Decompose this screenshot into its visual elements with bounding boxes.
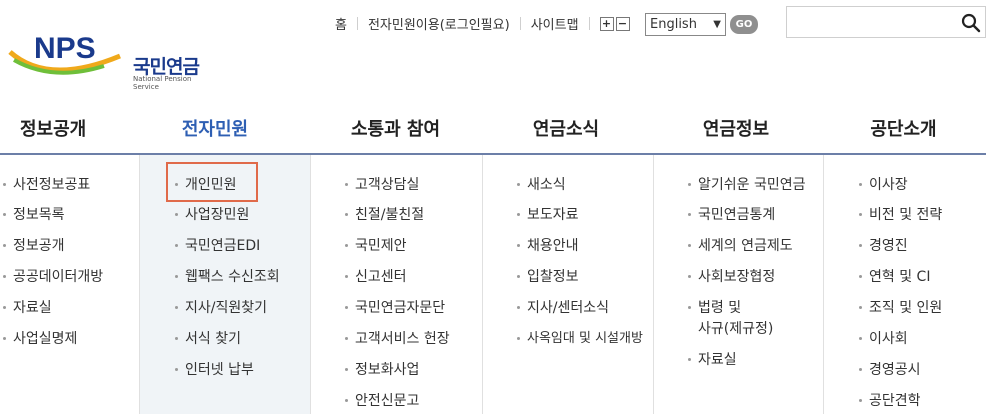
menu-item[interactable]: 사업실명제 — [3, 329, 77, 349]
menu-item[interactable]: 국민연금EDI — [175, 236, 260, 256]
menu-item[interactable]: 이사회 — [859, 329, 908, 349]
menu-column-pension-info: 알기쉬운 국민연금 국민연금통계 세계의 연금제도 사회보장협정 법령 및 사규… — [654, 155, 824, 414]
tab-info-disclosure[interactable]: 정보공개 — [0, 110, 120, 153]
menu-item[interactable]: 새소식 — [517, 175, 566, 195]
menu-item[interactable]: 친절/불친절 — [345, 205, 424, 225]
language-selected: English — [650, 17, 697, 32]
tab-e-civil-service[interactable]: 전자민원 — [120, 110, 310, 153]
tab-pension-info[interactable]: 연금정보 — [651, 110, 821, 153]
menu-item[interactable]: 고객상담실 — [345, 175, 419, 195]
nps-logo-mark: NPS — [8, 32, 121, 75]
menu-item[interactable]: 국민연금통계 — [688, 205, 775, 225]
menu-item-continued[interactable]: 사규(제규정) — [698, 319, 773, 339]
menu-item[interactable]: 채용안내 — [517, 236, 579, 256]
menu-item[interactable]: 사회보장협정 — [688, 267, 775, 287]
utility-links: 홈 전자민원이용(로그인필요) 사이트맵 + − — [325, 14, 630, 33]
svg-text:NPS: NPS — [34, 32, 96, 65]
menu-item[interactable]: 웹팩스 수신조회 — [175, 267, 280, 287]
menu-item[interactable]: 입찰정보 — [517, 267, 579, 287]
menu-item[interactable]: 이사장 — [859, 175, 908, 195]
tab-about[interactable]: 공단소개 — [821, 110, 986, 153]
menu-item[interactable]: 조직 및 인원 — [859, 298, 942, 318]
menu-item[interactable]: 공단견학 — [859, 391, 921, 411]
tab-pension-news[interactable]: 연금소식 — [481, 110, 651, 153]
chevron-down-icon: ▼ — [713, 19, 721, 30]
mega-menu-panel: 사전정보공표 정보목록 정보공개 공공데이터개방 자료실 사업실명제 개인민원 … — [0, 155, 986, 414]
go-button[interactable]: GO — [730, 15, 758, 34]
menu-item[interactable]: 안전신문고 — [345, 391, 419, 411]
menu-item[interactable]: 사전정보공표 — [3, 175, 90, 195]
menu-item[interactable]: 비전 및 전략 — [859, 205, 942, 225]
logo-english-text: National Pension Service — [133, 75, 192, 91]
menu-item[interactable]: 정보화사업 — [345, 360, 419, 380]
menu-item[interactable]: 보도자료 — [517, 205, 579, 225]
menu-item[interactable]: 연혁 및 CI — [859, 267, 930, 287]
menu-item[interactable]: 고객서비스 헌장 — [345, 329, 450, 349]
nps-logo[interactable]: NPS 국민연금 National Pension Service — [8, 26, 208, 91]
menu-item[interactable]: 국민연금자문단 — [345, 298, 445, 318]
main-navigation: 정보공개 전자민원 소통과 참여 연금소식 연금정보 공단소개 — [0, 110, 986, 155]
menu-item[interactable]: 세계의 연금제도 — [688, 236, 793, 256]
menu-column-info-disclosure: 사전정보공표 정보목록 정보공개 공공데이터개방 자료실 사업실명제 — [0, 155, 140, 414]
search-input[interactable] — [786, 6, 986, 38]
menu-item[interactable]: 사옥임대 및 시설개방 — [517, 329, 643, 349]
zoom-in-button[interactable]: + — [599, 16, 614, 31]
menu-column-communication: 고객상담실 친절/불친절 국민제안 신고센터 국민연금자문단 고객서비스 헌장 … — [311, 155, 483, 414]
home-link[interactable]: 홈 — [325, 14, 357, 33]
divider — [588, 17, 590, 30]
menu-item[interactable]: 국민제안 — [345, 236, 407, 256]
menu-item[interactable]: 사업장민원 — [175, 205, 249, 225]
menu-item[interactable]: 경영진 — [859, 236, 908, 256]
menu-item[interactable]: 신고센터 — [345, 267, 407, 287]
menu-item-personal-civil[interactable]: 개인민원 — [175, 175, 237, 195]
menu-item[interactable]: 자료실 — [688, 350, 737, 370]
menu-column-about: 이사장 비전 및 전략 경영진 연혁 및 CI 조직 및 인원 이사회 경영공시… — [824, 155, 986, 414]
language-select[interactable]: English ▼ — [645, 13, 726, 36]
menu-item[interactable]: 법령 및 — [688, 298, 741, 318]
menu-item[interactable]: 서식 찾기 — [175, 329, 241, 349]
zoom-out-button[interactable]: − — [615, 16, 630, 31]
menu-item[interactable]: 지사/센터소식 — [517, 298, 609, 318]
sitemap-link[interactable]: 사이트맵 — [521, 14, 589, 33]
eservice-login-link[interactable]: 전자민원이용(로그인필요) — [358, 14, 520, 33]
zoom-controls: + − — [599, 16, 630, 31]
menu-column-pension-news: 새소식 보도자료 채용안내 입찰정보 지사/센터소식 사옥임대 및 시설개방 — [483, 155, 654, 414]
search-icon[interactable] — [961, 13, 981, 33]
menu-column-e-civil-service: 개인민원 사업장민원 국민연금EDI 웹팩스 수신조회 지사/직원찾기 서식 찾… — [140, 155, 311, 414]
menu-item[interactable]: 알기쉬운 국민연금 — [688, 175, 806, 195]
tab-communication[interactable]: 소통과 참여 — [310, 110, 481, 153]
menu-item[interactable]: 정보목록 — [3, 205, 65, 225]
menu-item[interactable]: 인터넷 납부 — [175, 360, 254, 380]
menu-item[interactable]: 정보공개 — [3, 236, 65, 256]
menu-item[interactable]: 자료실 — [3, 298, 52, 318]
menu-item[interactable]: 지사/직원찾기 — [175, 298, 267, 318]
menu-item[interactable]: 경영공시 — [859, 360, 921, 380]
menu-item[interactable]: 공공데이터개방 — [3, 267, 103, 287]
